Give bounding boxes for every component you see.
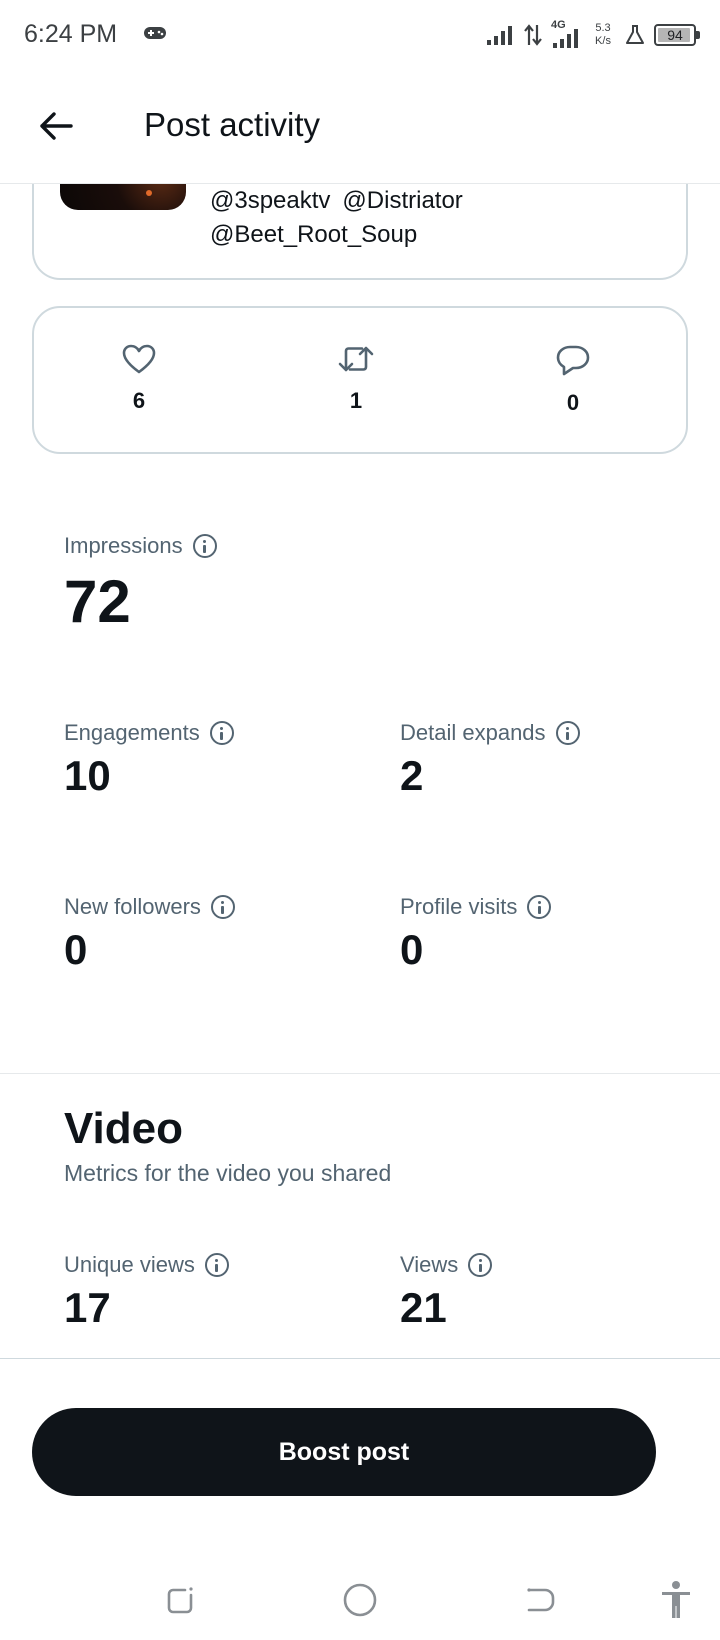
heart-icon xyxy=(122,344,156,374)
engagements-metric: Engagements 10 xyxy=(64,720,234,800)
info-icon[interactable] xyxy=(468,1253,493,1277)
engagements-value: 10 xyxy=(64,752,111,799)
status-time: 6:24 PM xyxy=(24,20,118,48)
mention-link[interactable]: @Beet_Root_Soup xyxy=(210,221,417,248)
views-metric: Views 21 xyxy=(400,1252,493,1332)
profile-visits-metric: Profile visits 0 xyxy=(400,894,552,974)
reposts-stat[interactable]: 1 xyxy=(306,344,406,414)
impressions-label-row: Impressions xyxy=(64,533,217,559)
repost-icon xyxy=(338,346,374,372)
profile-visits-value: 0 xyxy=(400,926,424,973)
unique-views-label: Unique views xyxy=(64,1252,195,1277)
signal-4g: 4G xyxy=(550,19,582,49)
info-icon[interactable] xyxy=(204,1253,229,1277)
footer-divider xyxy=(0,1358,720,1359)
signal-icon xyxy=(487,26,512,45)
views-value: 21 xyxy=(400,1284,447,1331)
info-icon[interactable] xyxy=(210,895,235,919)
boost-post-button[interactable]: Boost post xyxy=(32,1408,656,1496)
battery-icon: 94 xyxy=(654,24,700,46)
page-title: Post activity xyxy=(144,106,321,143)
impressions-metric: Impressions 72 xyxy=(64,533,217,636)
post-mentions: @3speaktv @Distriator @Beet_Root_Soup xyxy=(210,184,475,252)
engagements-label-row: Engagements xyxy=(64,720,234,746)
status-indicators: 4G 5.3 K/s 94 xyxy=(486,18,700,52)
gamepad-icon xyxy=(144,27,166,39)
views-label: Views xyxy=(400,1252,459,1277)
accessibility-button[interactable] xyxy=(652,1576,700,1624)
detail-expands-metric: Detail expands 2 xyxy=(400,720,580,800)
home-button[interactable] xyxy=(336,1576,384,1624)
video-section-title: Video xyxy=(64,1104,184,1153)
impressions-value: 72 xyxy=(64,568,131,635)
mention-link[interactable]: @Distriator xyxy=(342,187,462,214)
home-circle-icon xyxy=(343,1583,377,1617)
mention-link[interactable]: @3speaktv xyxy=(210,187,330,214)
back-button[interactable] xyxy=(34,104,78,148)
info-icon[interactable] xyxy=(555,721,580,745)
arrow-left-icon xyxy=(40,112,73,140)
unique-views-value: 17 xyxy=(64,1284,111,1331)
profile-visits-label-row: Profile visits xyxy=(400,894,552,920)
likes-count: 6 xyxy=(132,388,146,413)
info-icon[interactable] xyxy=(209,721,234,745)
detail-expands-label-row: Detail expands xyxy=(400,720,580,746)
replies-stat[interactable]: 0 xyxy=(523,344,623,416)
detail-expands-value: 2 xyxy=(400,752,424,799)
section-divider xyxy=(0,1073,720,1074)
app-header: Post activity xyxy=(0,74,720,184)
likes-stat[interactable]: 6 xyxy=(89,344,189,414)
new-followers-label: New followers xyxy=(64,894,201,919)
info-icon[interactable] xyxy=(527,895,552,919)
new-followers-metric: New followers 0 xyxy=(64,894,235,974)
new-followers-label-row: New followers xyxy=(64,894,235,920)
info-icon[interactable] xyxy=(192,534,217,558)
unique-views-label-row: Unique views xyxy=(64,1252,229,1278)
system-nav-bar xyxy=(0,1560,720,1640)
engagement-card: 6 1 0 xyxy=(32,306,688,454)
views-label-row: Views xyxy=(400,1252,493,1278)
reposts-count: 1 xyxy=(349,388,363,413)
recents-icon xyxy=(167,1587,193,1614)
back-nav-icon xyxy=(527,1588,555,1612)
signal-icon-2 xyxy=(553,29,578,48)
recents-button[interactable] xyxy=(156,1576,204,1624)
back-nav-button[interactable] xyxy=(516,1576,564,1624)
status-bar: 6:24 PM 4G 5.3 K/s 94 xyxy=(0,0,720,74)
detail-expands-label: Detail expands xyxy=(400,720,546,745)
reply-bubble-icon xyxy=(556,345,590,376)
impressions-label: Impressions xyxy=(64,533,183,558)
profile-visits-label: Profile visits xyxy=(400,894,518,919)
battery-level: 94 xyxy=(667,27,683,43)
accessibility-icon xyxy=(662,1581,690,1618)
network-speed: 5.3 K/s xyxy=(595,22,611,47)
new-followers-value: 0 xyxy=(64,926,88,973)
flask-icon xyxy=(626,25,644,44)
video-section-subtitle: Metrics for the video you shared xyxy=(64,1160,392,1186)
engagements-label: Engagements xyxy=(64,720,200,745)
replies-count: 0 xyxy=(566,390,580,415)
unique-views-metric: Unique views 17 xyxy=(64,1252,229,1332)
battery-cap xyxy=(696,31,700,39)
data-transfer-icon xyxy=(524,24,542,46)
